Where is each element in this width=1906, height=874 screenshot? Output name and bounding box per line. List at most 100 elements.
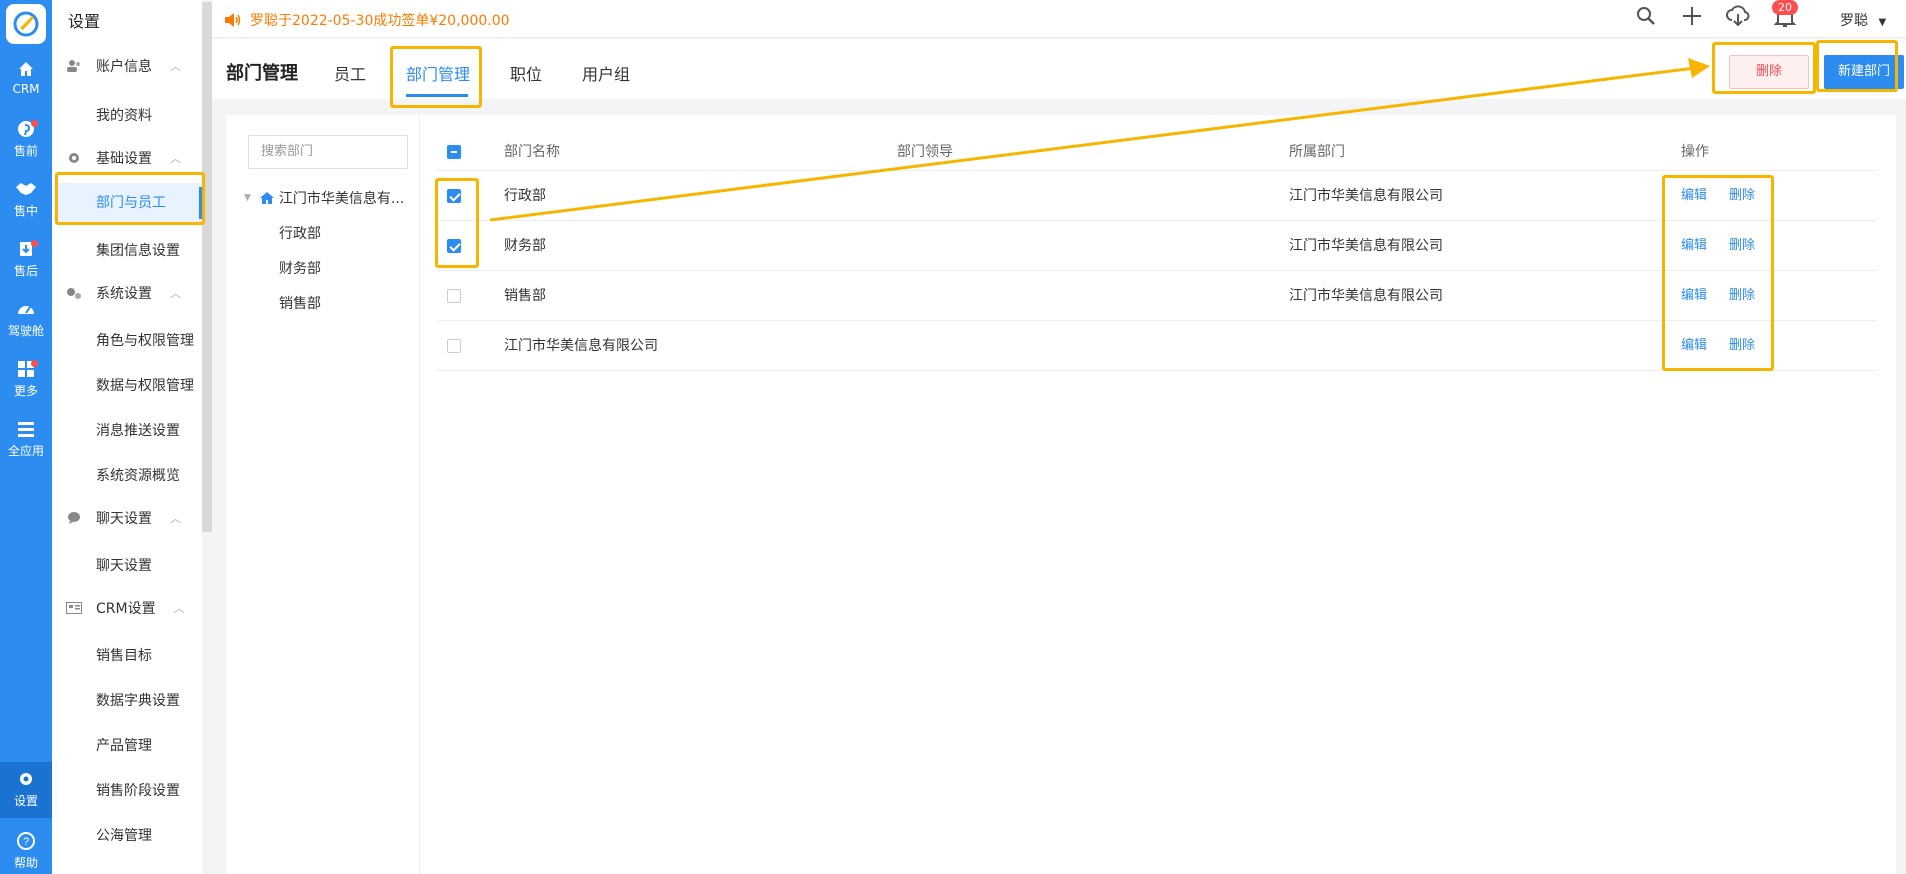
- rail-item-cockpit[interactable]: 驾驶舱: [0, 292, 52, 348]
- tree-node[interactable]: 财务部: [279, 258, 321, 278]
- delete-link[interactable]: 删除: [1729, 222, 1755, 270]
- handshake-icon: [16, 183, 36, 195]
- delete-link[interactable]: 删除: [1729, 272, 1755, 320]
- delete-link[interactable]: 删除: [1729, 322, 1755, 370]
- cell-parent-dept: 江门市华美信息有限公司: [1289, 188, 1443, 204]
- header-dept-name: 部门名称: [504, 144, 560, 160]
- sidebar-item-roles[interactable]: 角色与权限管理: [96, 330, 194, 350]
- search-icon[interactable]: [1636, 6, 1656, 26]
- home-icon: [19, 62, 33, 76]
- sidebar-title: 设置: [68, 12, 101, 31]
- edit-link[interactable]: 编辑: [1681, 222, 1707, 270]
- page-title: 部门管理: [226, 63, 298, 84]
- dept-search-input[interactable]: 搜索部门: [248, 135, 408, 169]
- department-tree: 搜索部门 ▼ 江门市华美信息有... 行政部 财务部 销售部: [226, 115, 420, 874]
- sidebar-group-label: 聊天设置: [96, 511, 152, 527]
- content-panel: 搜索部门 ▼ 江门市华美信息有... 行政部 财务部 销售部 部门名称 部门领导…: [226, 115, 1896, 874]
- tree-root-node[interactable]: ▼ 江门市华美信息有...: [244, 188, 404, 208]
- rail-item-more[interactable]: 更多: [0, 352, 52, 408]
- sidebar-item-push[interactable]: 消息推送设置: [96, 420, 180, 440]
- cell-dept-name: 江门市华美信息有限公司: [504, 338, 658, 354]
- notification-badge: 20: [1772, 0, 1798, 15]
- chevron-up-icon: ︿: [173, 602, 185, 615]
- sidebar-item-dict[interactable]: 数据字典设置: [96, 690, 180, 710]
- sidebar-item-products[interactable]: 产品管理: [96, 735, 152, 755]
- sidebar-item-dept-staff[interactable]: 部门与员工: [54, 183, 202, 223]
- plus-icon[interactable]: [1682, 6, 1702, 26]
- sidebar-group-label: 基础设置: [96, 151, 152, 167]
- rail-item-presale[interactable]: 售前: [0, 112, 52, 168]
- gear-icon: [20, 773, 32, 785]
- rail-item-settings[interactable]: 设置: [0, 762, 52, 818]
- logo-icon: [13, 11, 39, 37]
- dashboard-icon: [18, 306, 34, 314]
- sidebar-group-label: CRM设置: [96, 601, 156, 617]
- gears-icon: [66, 285, 82, 301]
- card-icon: [66, 600, 82, 616]
- table-row[interactable]: 销售部 江门市华美信息有限公司 编辑 删除: [437, 272, 1877, 321]
- tab-dept-manage[interactable]: 部门管理: [406, 61, 470, 85]
- tab-position[interactable]: 职位: [510, 61, 542, 85]
- sidebar-item-data-perm[interactable]: 数据与权限管理: [96, 375, 194, 395]
- table-row[interactable]: 财务部 江门市华美信息有限公司 编辑 删除: [437, 222, 1877, 271]
- sidebar-item-group-info[interactable]: 集团信息设置: [96, 240, 180, 260]
- user-menu[interactable]: 罗聪 ▼: [1840, 10, 1886, 30]
- cell-dept-name: 财务部: [504, 238, 546, 254]
- rail-label: 帮助: [13, 856, 38, 870]
- header-dept-leader: 部门领导: [897, 144, 953, 160]
- delete-link[interactable]: 删除: [1729, 172, 1755, 220]
- row-checkbox[interactable]: [447, 339, 461, 353]
- edit-link[interactable]: 编辑: [1681, 322, 1707, 370]
- notification-dot: [31, 240, 38, 247]
- sidebar-group-account[interactable]: 账户信息 ︿: [66, 56, 181, 76]
- sidebar-group-label: 系统设置: [96, 286, 152, 302]
- sidebar-group-chat[interactable]: 聊天设置 ︿: [66, 508, 181, 528]
- notification-dot: [31, 360, 38, 367]
- row-checkbox[interactable]: [447, 289, 461, 303]
- rail-item-insale[interactable]: 售中: [0, 172, 52, 228]
- rail-label: 驾驶舱: [7, 324, 44, 338]
- sidebar-item-chat-settings[interactable]: 聊天设置: [96, 555, 152, 575]
- sidebar-group-system[interactable]: 系统设置 ︿: [66, 283, 181, 303]
- sidebar-item-sales-target[interactable]: 销售目标: [96, 645, 152, 665]
- rail-label: 售后: [13, 264, 38, 278]
- app-logo[interactable]: [6, 4, 46, 44]
- select-all-checkbox[interactable]: [447, 145, 461, 159]
- chevron-down-icon: ▼: [1878, 17, 1887, 28]
- tab-user-group[interactable]: 用户组: [582, 61, 630, 85]
- sidebar-group-basic[interactable]: 基础设置 ︿: [66, 148, 181, 168]
- tree-node[interactable]: 行政部: [279, 223, 321, 243]
- rail-label: CRM: [12, 82, 40, 96]
- notification-dot: [31, 120, 38, 127]
- sidebar-scroll-thumb[interactable]: [202, 2, 212, 532]
- delete-button[interactable]: 删除: [1729, 55, 1809, 89]
- edit-link[interactable]: 编辑: [1681, 272, 1707, 320]
- rail-label: 设置: [13, 794, 38, 808]
- sidebar-group-label: 账户信息: [96, 59, 152, 75]
- sidebar-group-crm[interactable]: CRM设置 ︿: [66, 598, 185, 618]
- table-row[interactable]: 行政部 江门市华美信息有限公司 编辑 删除: [437, 172, 1877, 221]
- chevron-up-icon: ︿: [170, 287, 181, 300]
- sidebar-item-resources[interactable]: 系统资源概览: [96, 465, 180, 485]
- tree-node[interactable]: 销售部: [279, 293, 321, 313]
- announcement-ticker[interactable]: 罗聪于2022-05-30成功签单¥20,000.00: [224, 10, 510, 30]
- app-rail: CRM 售前 售中 售后 驾驶舱 更多 全应用 设置 ? 帮助: [0, 0, 52, 874]
- rail-label: 售中: [13, 204, 38, 218]
- row-checkbox[interactable]: [447, 239, 461, 253]
- edit-link[interactable]: 编辑: [1681, 172, 1707, 220]
- rail-item-all-apps[interactable]: 全应用: [0, 412, 52, 468]
- cloud-download-icon[interactable]: [1726, 5, 1750, 27]
- rail-item-aftersale[interactable]: 售后: [0, 232, 52, 288]
- active-tab-indicator: [406, 94, 468, 97]
- ticker-text: 罗聪于2022-05-30成功签单¥20,000.00: [250, 13, 510, 29]
- tab-staff[interactable]: 员工: [334, 61, 366, 85]
- sidebar-item-my-profile[interactable]: 我的资料: [96, 105, 152, 125]
- table-row[interactable]: 江门市华美信息有限公司 编辑 删除: [437, 322, 1877, 371]
- chevron-up-icon: ︿: [170, 512, 181, 525]
- sidebar-item-stages[interactable]: 销售阶段设置: [96, 780, 180, 800]
- rail-item-help[interactable]: ? 帮助: [0, 824, 52, 874]
- row-checkbox[interactable]: [447, 189, 461, 203]
- new-department-button[interactable]: 新建部门: [1824, 55, 1904, 89]
- sidebar-item-public-sea[interactable]: 公海管理: [96, 825, 152, 845]
- rail-item-crm[interactable]: CRM: [0, 52, 52, 108]
